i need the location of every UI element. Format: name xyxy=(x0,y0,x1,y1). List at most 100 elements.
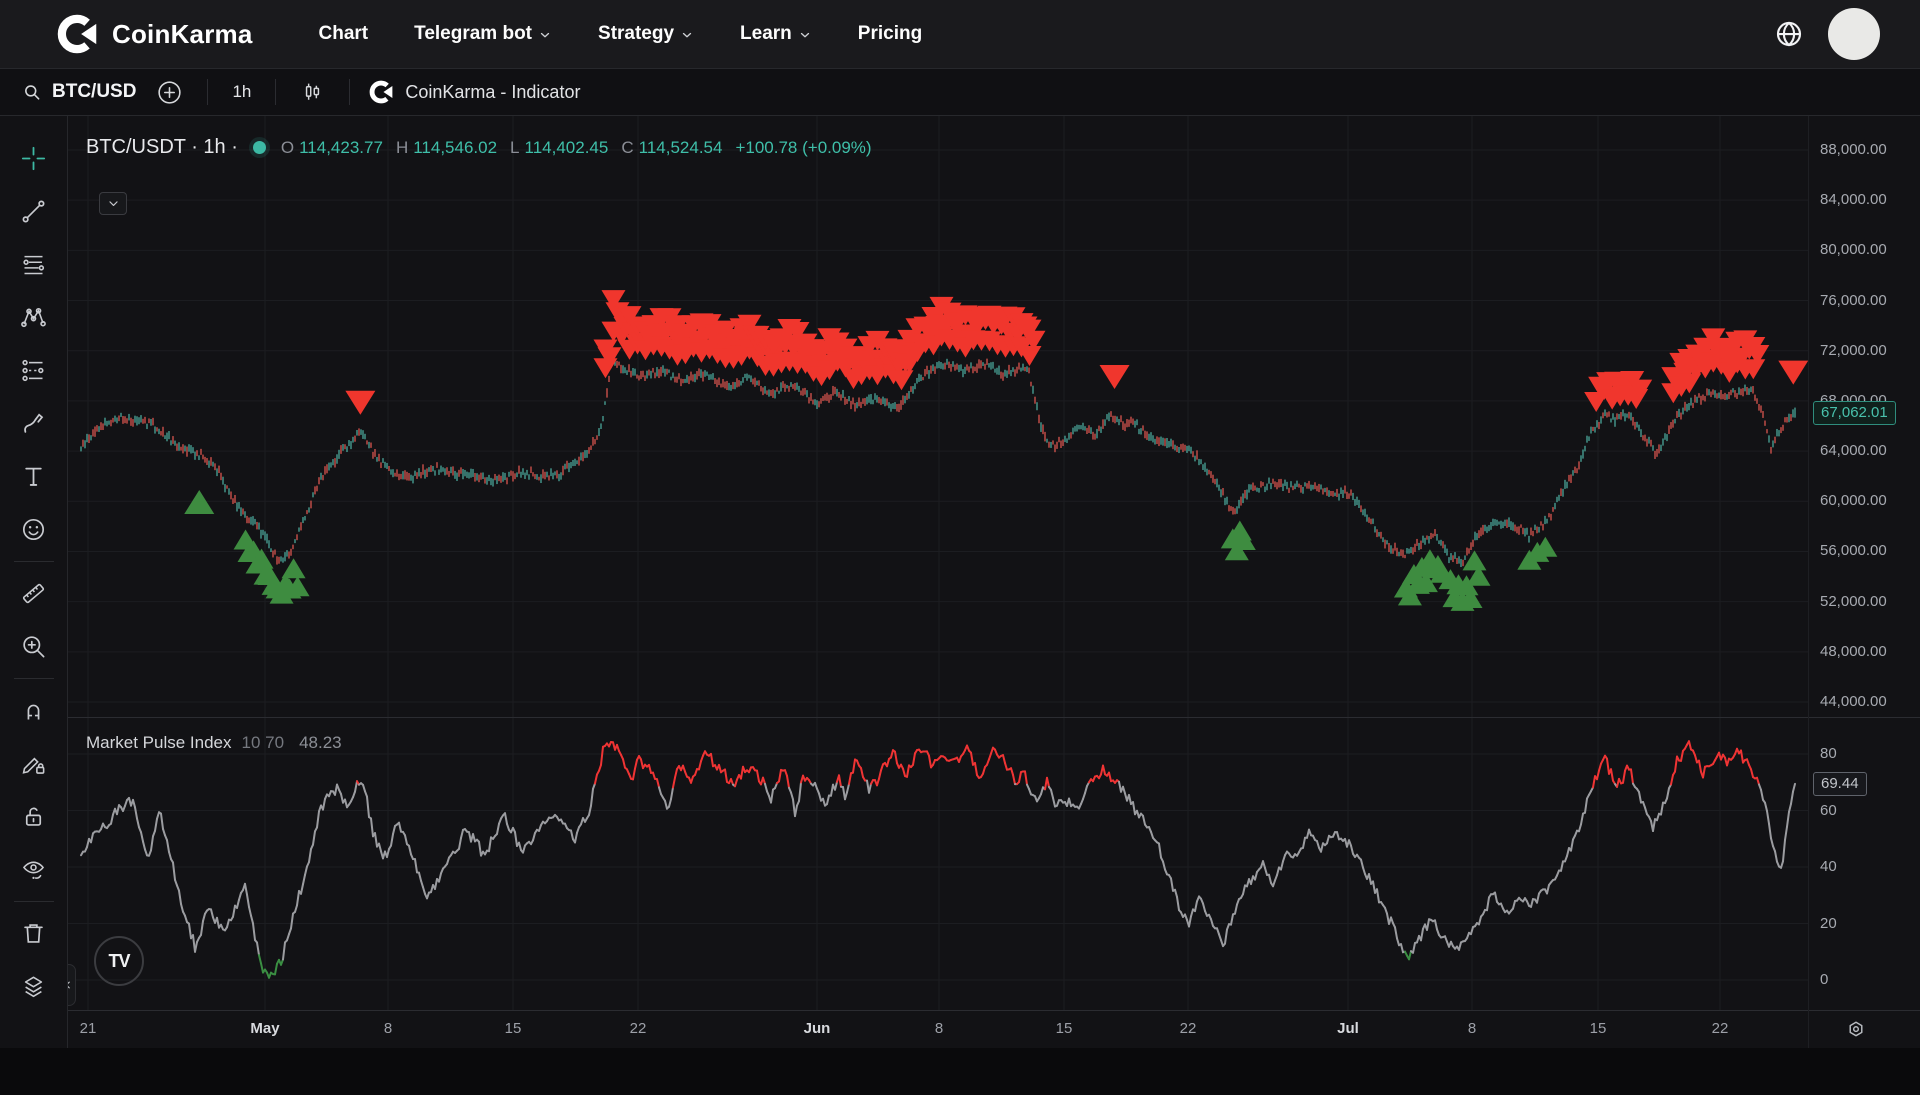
brush-tool-button[interactable] xyxy=(11,397,57,450)
low-label: L xyxy=(510,138,519,158)
price-axis-label: 60,000.00 xyxy=(1820,492,1887,509)
brush-icon xyxy=(20,410,47,437)
legend-expand-button[interactable] xyxy=(99,192,127,215)
oscillator-axis-label: 60 xyxy=(1820,802,1837,819)
toolbar-separator xyxy=(275,79,276,105)
time-axis-label: 15 xyxy=(1590,1020,1607,1037)
pane-separator[interactable] xyxy=(68,717,1920,718)
layers-icon xyxy=(20,973,47,1000)
nav-right xyxy=(1774,8,1880,60)
symbol-search-button[interactable]: BTC/USD xyxy=(12,77,146,107)
price-axis-label: 44,000.00 xyxy=(1820,693,1887,710)
chart-style-button[interactable] xyxy=(290,76,335,109)
close-label: C xyxy=(621,138,633,158)
toolbar-divider xyxy=(14,678,54,679)
open-label: O xyxy=(281,138,294,158)
xabcd-pattern-icon xyxy=(20,304,47,331)
time-axis-label: 8 xyxy=(1468,1020,1476,1037)
time-axis-label: 22 xyxy=(1712,1020,1729,1037)
main-nav: Chart Telegram bot Strategy Learn Pricing xyxy=(319,23,923,45)
chevron-left-icon xyxy=(68,980,73,990)
indicator-legend: Market Pulse Index 10 70 48.23 xyxy=(86,733,342,753)
price-chart-svg[interactable] xyxy=(68,116,1808,1010)
nav-item-telegram-bot[interactable]: Telegram bot xyxy=(414,23,552,45)
nav-item-pricing[interactable]: Pricing xyxy=(858,23,922,45)
series-status-dot[interactable] xyxy=(253,141,266,154)
drawing-mode-lock-button[interactable] xyxy=(11,737,57,790)
price-axis-label: 52,000.00 xyxy=(1820,593,1887,610)
tradingview-logo-text: TV xyxy=(108,951,129,972)
magnet-tool-button[interactable] xyxy=(11,684,57,737)
time-axis-label: 8 xyxy=(935,1020,943,1037)
nav-item-label: Strategy xyxy=(598,23,674,45)
time-axis-label: 8 xyxy=(384,1020,392,1037)
nav-item-label: Pricing xyxy=(858,23,922,45)
zoom-in-tool-button[interactable] xyxy=(11,620,57,673)
emoji-icon xyxy=(20,516,47,543)
text-tool-button[interactable] xyxy=(11,450,57,503)
indicator-legend-name[interactable]: Market Pulse Index xyxy=(86,733,232,753)
object-tree-button[interactable] xyxy=(11,960,57,1013)
time-axis-label: 15 xyxy=(1056,1020,1073,1037)
oscillator-axis-label: 80 xyxy=(1820,745,1837,762)
time-axis-label: 15 xyxy=(505,1020,522,1037)
axis-settings-gear-icon[interactable] xyxy=(1845,1019,1867,1041)
price-axis-label: 56,000.00 xyxy=(1820,542,1887,559)
low-value: 114,402.45 xyxy=(525,138,609,158)
time-axis-label: 22 xyxy=(1180,1020,1197,1037)
user-avatar[interactable] xyxy=(1828,8,1880,60)
chart-area: BTC/USDT · 1h · O 114,423.77 H 114,546.0… xyxy=(68,116,1920,1048)
close-value: 114,524.54 xyxy=(639,138,723,158)
nav-item-chart[interactable]: Chart xyxy=(319,23,369,45)
oscillator-axis-label: 40 xyxy=(1820,858,1837,875)
hide-drawings-button[interactable] xyxy=(11,843,57,896)
interval-button[interactable]: 1h xyxy=(222,78,261,106)
eye-icon xyxy=(20,856,47,883)
lock-all-drawings-button[interactable] xyxy=(11,790,57,843)
pencil-lock-icon xyxy=(20,750,47,777)
emoji-tool-button[interactable] xyxy=(11,503,57,556)
change-value: +100.78 (+0.09%) xyxy=(735,138,871,158)
horizontal-lines-icon xyxy=(20,251,47,278)
indicator-legend-params: 10 70 xyxy=(242,733,285,753)
price-axis-label: 48,000.00 xyxy=(1820,643,1887,660)
toolbar-separator xyxy=(207,79,208,105)
compare-add-button[interactable] xyxy=(146,75,193,110)
time-axis-label: 21 xyxy=(80,1020,97,1037)
search-icon xyxy=(22,82,43,103)
time-axis-label: Jul xyxy=(1337,1020,1359,1037)
time-axis-label: May xyxy=(250,1020,279,1037)
brand[interactable]: CoinKarma xyxy=(55,12,253,56)
oscillator-axis-label: 0 xyxy=(1820,971,1828,988)
nav-item-strategy[interactable]: Strategy xyxy=(598,23,694,45)
workspace: BTC/USDT · 1h · O 114,423.77 H 114,546.0… xyxy=(0,116,1920,1048)
trend-line-tool-button[interactable] xyxy=(11,185,57,238)
tradingview-watermark[interactable]: TV xyxy=(94,936,144,986)
price-axis[interactable]: 67,062.01 69.44 88,000.0084,000.0080,000… xyxy=(1808,116,1920,1048)
nav-item-label: Telegram bot xyxy=(414,23,532,45)
zoom-in-icon xyxy=(20,633,47,660)
indicator-legend-value: 48.23 xyxy=(299,733,342,753)
price-axis-label: 64,000.00 xyxy=(1820,442,1887,459)
coinkarma-logo-icon xyxy=(55,12,99,56)
navbar: CoinKarma Chart Telegram bot Strategy Learn… xyxy=(0,0,1920,68)
ohlc-values: O 114,423.77 H 114,546.02 L 114,402.45 C… xyxy=(281,138,872,158)
text-icon xyxy=(20,463,47,490)
indicator-name: CoinKarma - Indicator xyxy=(405,82,580,103)
chevron-down-icon xyxy=(107,197,120,210)
trash-icon xyxy=(20,920,47,947)
language-globe-icon[interactable] xyxy=(1774,19,1804,49)
time-axis[interactable]: 21May81522Jun81522Jul81522 xyxy=(68,1010,1920,1048)
indicator-badge[interactable]: CoinKarma - Indicator xyxy=(364,79,580,105)
drawing-toolbar xyxy=(0,116,68,1048)
nav-item-learn[interactable]: Learn xyxy=(740,23,812,45)
chevron-down-icon xyxy=(798,28,812,42)
projection-tool-button[interactable] xyxy=(11,344,57,397)
crosshair-tool-button[interactable] xyxy=(11,132,57,185)
fib-retracement-tool-button[interactable] xyxy=(11,238,57,291)
toolbar-collapse-handle[interactable] xyxy=(68,964,76,1006)
pattern-tool-button[interactable] xyxy=(11,291,57,344)
legend-symbol-title[interactable]: BTC/USDT · 1h · xyxy=(86,136,238,159)
remove-drawings-button[interactable] xyxy=(11,907,57,960)
measure-tool-button[interactable] xyxy=(11,567,57,620)
